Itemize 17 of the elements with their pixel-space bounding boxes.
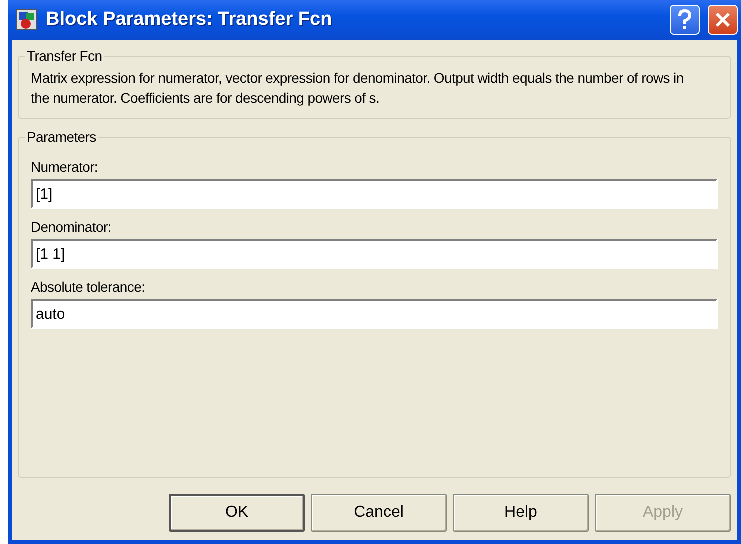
- field-label: Numerator:: [31, 159, 100, 175]
- group-title: Parameters: [26, 129, 98, 145]
- input-field[interactable]: [1 1]: [31, 239, 718, 269]
- description-text: Matrix expression for numerator, vector expression for denominator. Output width equals the number of rows in the numerator. Coefficients are for descending powers of s.: [31, 69, 685, 108]
- input-field[interactable]: [1]: [31, 179, 718, 209]
- dialog-button[interactable]: Cancel: [311, 494, 447, 532]
- field-label: Absolute tolerance:: [31, 279, 146, 295]
- group-title: Transfer Fcn: [26, 48, 104, 64]
- dialog-button[interactable]: Help: [453, 494, 589, 532]
- help-button[interactable]: [670, 5, 700, 35]
- close-icon: [714, 11, 732, 29]
- input-field[interactable]: auto: [31, 299, 718, 329]
- dialog-button[interactable]: OK: [169, 494, 305, 532]
- window-title: Block Parameters: Transfer Fcn: [46, 9, 334, 31]
- close-button[interactable]: [708, 5, 738, 35]
- app-icon: [16, 9, 38, 31]
- field-label: Denominator:: [31, 219, 112, 235]
